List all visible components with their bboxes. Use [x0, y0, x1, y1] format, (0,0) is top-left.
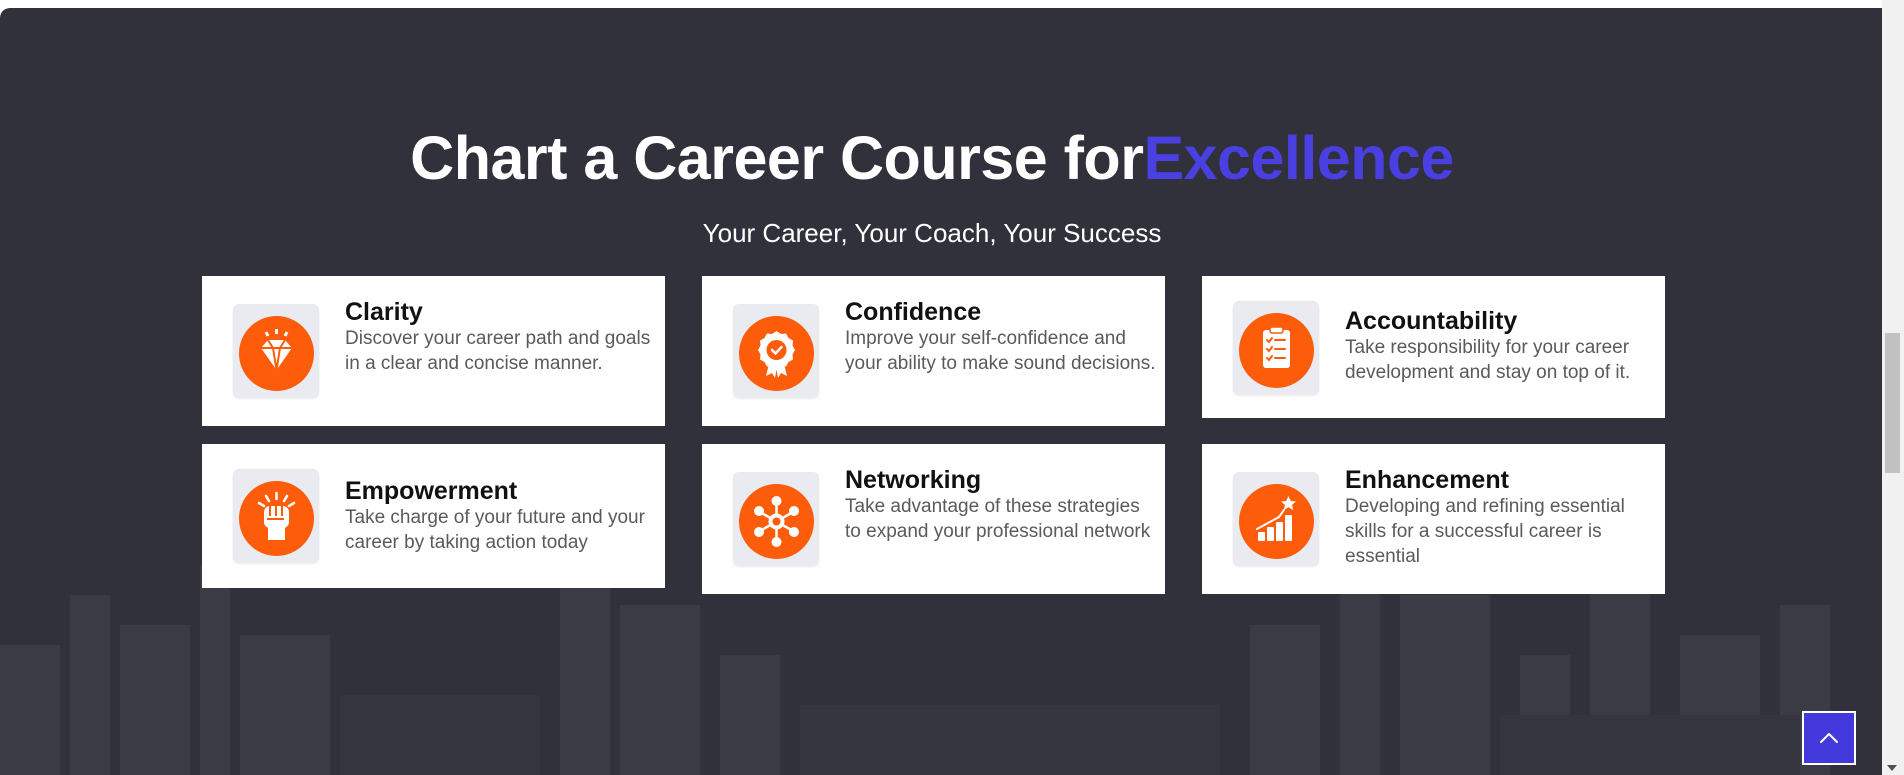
icon-box [1233, 301, 1319, 395]
page-scrollbar[interactable] [1882, 0, 1904, 775]
badge-check-icon [758, 331, 795, 378]
card-description: Discover your career path and goals in a… [345, 328, 651, 374]
raised-fist-icon [257, 491, 296, 540]
card-description: Take charge of your future and your care… [345, 507, 645, 553]
section-heading: Chart a Career Course forExcellence [0, 123, 1864, 193]
icon-box [1233, 472, 1319, 566]
card-networking: Networking Take advantage of these strat… [702, 444, 1165, 594]
card-title: Networking [845, 466, 982, 494]
icon-box [733, 472, 819, 566]
scroll-down-arrow-icon[interactable] [1887, 765, 1897, 771]
clipboard-checklist-icon [1263, 326, 1290, 368]
icon-box [233, 469, 319, 563]
card-title: Accountability [1345, 307, 1518, 335]
section-subheading: Your Career, Your Coach, Your Success [702, 218, 1162, 248]
card-title: Clarity [345, 298, 423, 326]
back-to-top-button[interactable] [1802, 711, 1856, 765]
card-title: Confidence [845, 298, 982, 326]
card-title: Empowerment [345, 477, 518, 505]
card-title: Enhancement [1345, 466, 1509, 494]
scrollbar-thumb[interactable] [1885, 333, 1900, 473]
network-icon [754, 496, 799, 547]
chevron-up-icon [1820, 733, 1838, 743]
card-enhancement: Enhancement Developing and refining esse… [1202, 444, 1665, 594]
card-description: Take advantage of these strategies to ex… [845, 496, 1151, 542]
card-description: Developing and refining essential skills… [1345, 496, 1625, 567]
card-accountability: Accountability Take responsibility for y… [1202, 276, 1665, 418]
icon-box [233, 304, 319, 398]
card-clarity: Clarity Discover your career path and go… [202, 276, 665, 426]
heading-main: Chart a Career Course for [410, 124, 1144, 192]
heading-accent: Excellence [1143, 124, 1454, 192]
diamond-icon [261, 329, 292, 371]
card-confidence: Confidence Improve your self-confidence … [702, 276, 1165, 426]
card-description: Take responsibility for your career deve… [1345, 337, 1631, 383]
icon-box [733, 304, 819, 398]
growth-chart-star-icon [1256, 496, 1296, 541]
card-empowerment: Empowerment Take charge of your future a… [202, 444, 665, 588]
card-description: Improve your self-confidence and your ab… [845, 328, 1156, 374]
